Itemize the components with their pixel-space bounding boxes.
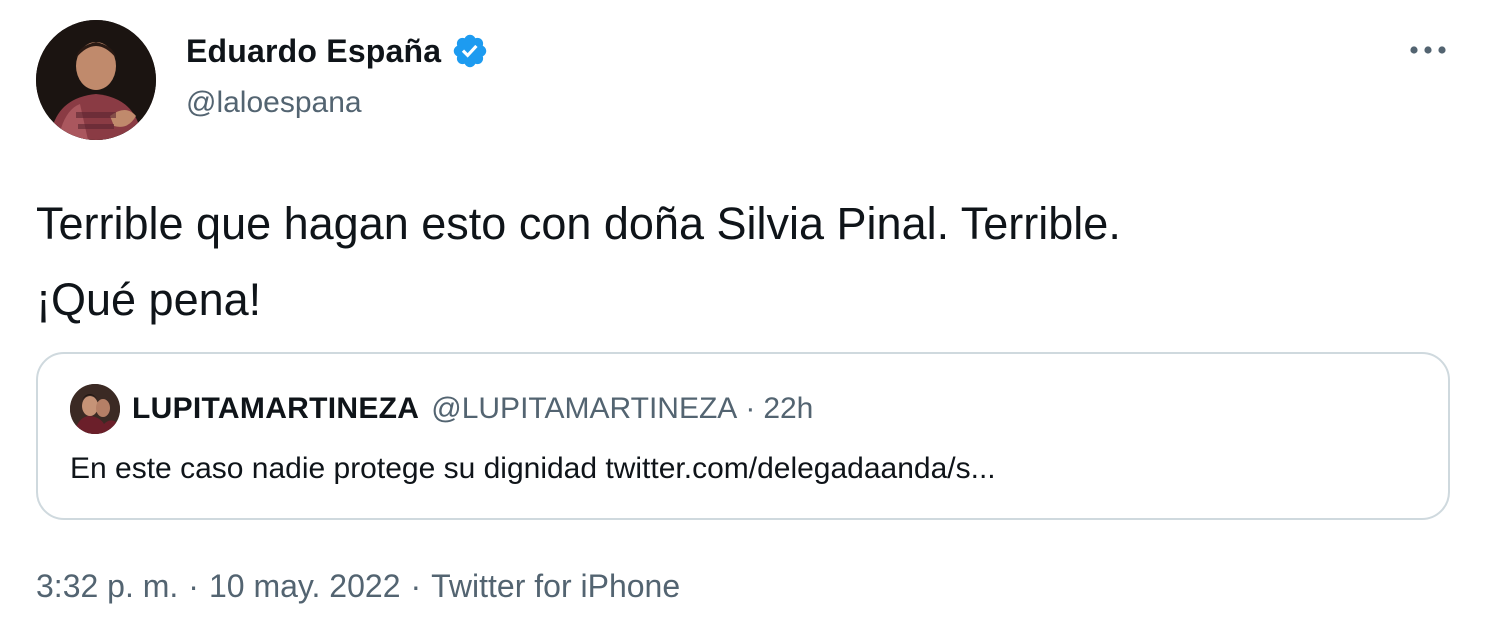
meta-separator-2: · xyxy=(410,568,422,604)
quoted-profile-photo-icon xyxy=(70,384,120,434)
tweet-text: Terrible que hagan esto con doña Silvia … xyxy=(36,186,1436,338)
quoted-author-handle: @LUPITAMARTINEZA xyxy=(431,392,738,425)
author-avatar[interactable] xyxy=(36,20,156,140)
quoted-separator: · xyxy=(745,392,756,425)
quoted-tweet-header: LUPITAMARTINEZA @LUPITAMARTINEZA · 22h xyxy=(132,392,813,426)
quoted-timestamp[interactable]: 22h xyxy=(763,392,813,426)
tweet-text-line-2: ¡Qué pena! xyxy=(36,274,262,325)
more-options-button[interactable] xyxy=(1402,30,1454,70)
meta-separator-1: · xyxy=(188,568,199,604)
verified-badge-icon xyxy=(451,32,489,70)
quoted-tweet-card[interactable]: LUPITAMARTINEZA @LUPITAMARTINEZA · 22h E… xyxy=(36,352,1450,520)
tweet-date[interactable]: 10 may. 2022 xyxy=(209,568,401,605)
more-dots-icon xyxy=(1410,46,1446,54)
tweet-time[interactable]: 3:32 p. m. xyxy=(36,568,178,605)
author-name[interactable]: Eduardo España xyxy=(186,32,489,70)
tweet-metadata: 3:32 p. m. · 10 may. 2022 · Twitter for … xyxy=(36,568,680,605)
quoted-author-name: LUPITAMARTINEZA xyxy=(132,392,420,425)
quoted-tweet-text: En este caso nadie protege su dignidad t… xyxy=(70,452,996,485)
quoted-author-avatar xyxy=(70,384,120,434)
tweet-text-line-1: Terrible que hagan esto con doña Silvia … xyxy=(36,198,1121,249)
profile-photo-icon xyxy=(36,20,156,140)
author-handle[interactable]: @laloespana xyxy=(186,86,362,120)
tweet-source-link[interactable]: Twitter for iPhone xyxy=(431,568,680,605)
author-name-text[interactable]: Eduardo España xyxy=(186,33,441,70)
tweet-card: Eduardo España @laloespana Terrible que … xyxy=(0,0,1490,620)
